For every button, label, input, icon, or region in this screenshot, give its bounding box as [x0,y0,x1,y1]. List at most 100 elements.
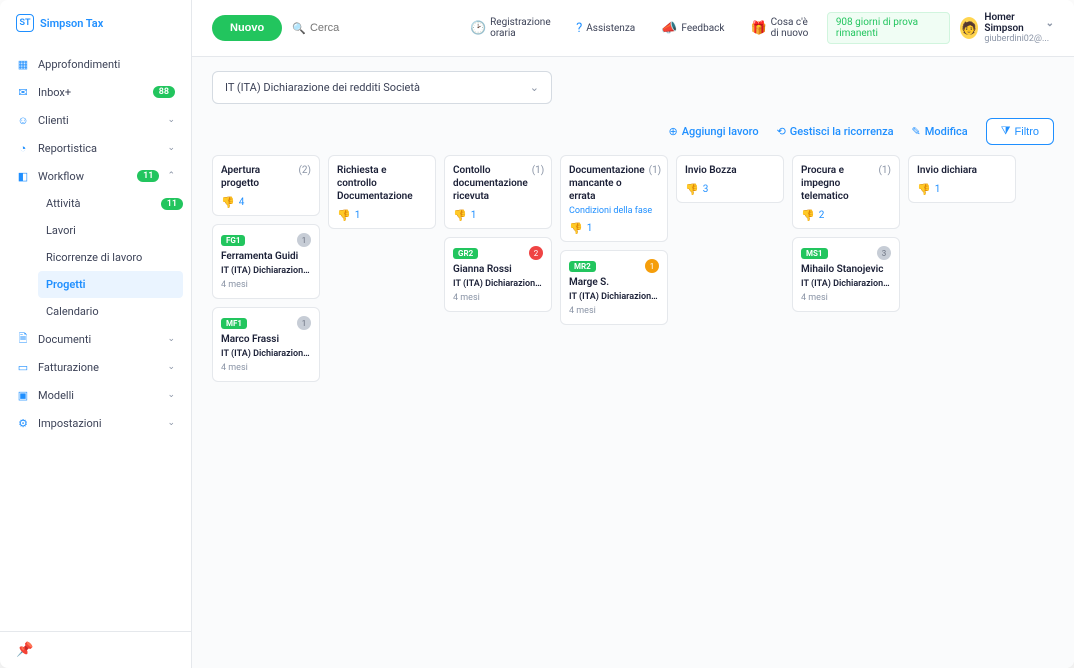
nav-workflow[interactable]: ◧ Workflow 11 ⌃ [0,162,191,190]
brand-badge: ST [16,14,34,32]
nav-attivita[interactable]: Attività 11 [38,190,191,217]
column-title: Invio dichiara [917,164,977,177]
filter-icon: ⧩ [1001,125,1011,138]
gear-icon: ⚙ [16,416,30,430]
nav-approfondimenti[interactable]: ▦ Approfondimenti [0,50,191,78]
nav-lavori[interactable]: Lavori [38,217,191,244]
card-status-dot: 2 [529,246,543,260]
column-meta-count: 1 [471,210,477,221]
card-time: 4 mesi [453,293,543,303]
column-meta[interactable]: 👎3 [685,183,775,196]
mail-icon: ✉ [16,85,30,99]
nav-inbox[interactable]: ✉ Inbox+ 88 [0,78,191,106]
brand[interactable]: ST Simpson Tax [0,14,191,50]
column-meta[interactable]: 👎2 [801,209,891,222]
thumb-icon: 👎 [453,209,467,222]
nav-documenti[interactable]: 🗎 Documenti ⌄ [0,325,191,353]
kanban-card[interactable]: GR2 2 Gianna Rossi IT (ITA) Dichiarazion… [444,237,552,312]
card-time: 4 mesi [569,306,659,316]
clock-icon: 🕑 [470,21,486,36]
card-description: IT (ITA) Dichiarazione... [221,349,311,359]
card-tag: GR2 [453,248,478,259]
column-header[interactable]: Documentazione mancante o errata(1)Condi… [560,155,668,242]
sidebar: ST Simpson Tax ▦ Approfondimenti ✉ Inbox… [0,0,192,668]
thumb-icon: 👎 [337,209,351,222]
time-registration-link[interactable]: 🕑 Registrazione oraria [462,17,558,39]
card-icon: ▭ [16,360,30,374]
kanban-card[interactable]: MS1 3 Mihailo Stanojevic IT (ITA) Dichia… [792,237,900,312]
search[interactable]: 🔍 [292,22,452,35]
column-meta-count: 1 [935,184,941,195]
search-input[interactable] [310,22,452,34]
megaphone-icon: 📣 [661,21,677,36]
nav-impostazioni[interactable]: ⚙ Impostazioni ⌄ [0,409,191,437]
thumb-icon: 👎 [569,222,583,235]
kanban-column: Documentazione mancante o errata(1)Condi… [560,155,668,648]
column-header[interactable]: Invio dichiara 👎1 [908,155,1016,203]
chevron-down-icon: ⌄ [1046,18,1054,29]
column-meta[interactable]: 👎4 [221,196,311,209]
chevron-up-icon: ⌃ [167,171,175,181]
column-header[interactable]: Invio Bozza👎3 [676,155,784,203]
edit-button[interactable]: ✎ Modifica [912,125,968,138]
plus-circle-icon: ⊕ [669,125,678,138]
kanban-board: Apertura progetto(2)👎4 FG1 1 Ferramenta … [192,155,1074,668]
nav-workflow-sub: Attività 11 Lavori Ricorrenze di lavoro … [0,190,191,325]
card-status-dot: 3 [877,246,891,260]
column-title: Richiesta e controllo Documentazione [337,164,423,203]
column-title: Documentazione mancante o errata [569,164,645,203]
column-title: Contollo documentazione ricevuta [453,164,528,203]
nav-fatturazione[interactable]: ▭ Fatturazione ⌄ [0,353,191,381]
kanban-card[interactable]: MR2 1 Marge S. IT (ITA) Dichiarazione...… [560,250,668,325]
project-select[interactable]: IT (ITA) Dichiarazione dei redditi Socie… [212,71,552,104]
card-time: 4 mesi [221,363,311,373]
kanban-column: Procura e impegno telematico(1)👎2 MS1 3 … [792,155,900,648]
feedback-link[interactable]: 📣 Feedback [653,21,732,36]
phase-conditions-link[interactable]: Condizioni della fase [569,206,659,216]
chevron-down-icon: ⌄ [167,115,175,125]
column-meta[interactable]: 👎1 [337,209,427,222]
chevron-down-icon: ⌄ [167,390,175,400]
user-menu[interactable]: 🧑 Homer Simpson⌄ giuberdini02@... [960,12,1054,44]
column-meta[interactable]: 👎1 [917,183,1007,196]
column-meta[interactable]: 👎1 [453,209,543,222]
document-icon: 🗎 [16,332,30,346]
actions-row: ⊕ Aggiungi lavoro ⟲ Gestisci la ricorren… [192,104,1074,155]
card-status-dot: 1 [645,259,659,273]
card-client: Marge S. [569,277,659,288]
new-button[interactable]: Nuovo [212,15,282,41]
column-header[interactable]: Richiesta e controllo Documentazione 👎1 [328,155,436,229]
news-link[interactable]: 🎁 Cosa c'è di nuovo [742,17,816,39]
card-client: Mihailo Stanojevic [801,264,891,275]
template-icon: ▣ [16,388,30,402]
nav-modelli[interactable]: ▣ Modelli ⌄ [0,381,191,409]
column-header[interactable]: Contollo documentazione ricevuta(1)👎1 [444,155,552,229]
nav-clienti[interactable]: ☺ Clienti ⌄ [0,106,191,134]
nav-calendario[interactable]: Calendario [38,298,191,325]
add-work-button[interactable]: ⊕ Aggiungi lavoro [669,125,759,138]
kanban-card[interactable]: MF1 1 Marco Frassi IT (ITA) Dichiarazion… [212,307,320,382]
gift-icon: 🎁 [750,21,766,36]
thumb-icon: 👎 [801,209,815,222]
kanban-card[interactable]: FG1 1 Ferramenta Guidi IT (ITA) Dichiara… [212,224,320,299]
card-client: Gianna Rossi [453,264,543,275]
card-client: Ferramenta Guidi [221,251,311,262]
card-description: IT (ITA) Dichiarazione... [801,279,891,289]
filter-button[interactable]: ⧩ Filtro [986,118,1054,145]
column-meta-count: 2 [819,210,825,221]
card-time: 4 mesi [801,293,891,303]
column-meta[interactable]: 👎1 [569,222,659,235]
column-meta-count: 4 [239,197,245,208]
main: Nuovo 🔍 🕑 Registrazione oraria ? Assiste… [192,0,1074,668]
manage-recurrence-button[interactable]: ⟲ Gestisci la ricorrenza [777,125,894,138]
nav-ricorrenze[interactable]: Ricorrenze di lavoro [38,244,191,271]
nav-progetti[interactable]: Progetti [38,271,183,298]
pin-icon[interactable]: 📌 [16,642,33,658]
thumb-icon: 👎 [221,196,235,209]
column-header[interactable]: Procura e impegno telematico(1)👎2 [792,155,900,229]
nav-reportistica[interactable]: ◔ Reportistica ⌄ [0,134,191,162]
assist-link[interactable]: ? Assistenza [568,21,643,36]
recur-icon: ⟲ [777,125,786,138]
column-header[interactable]: Apertura progetto(2)👎4 [212,155,320,216]
kanban-column: Richiesta e controllo Documentazione 👎1 [328,155,436,648]
